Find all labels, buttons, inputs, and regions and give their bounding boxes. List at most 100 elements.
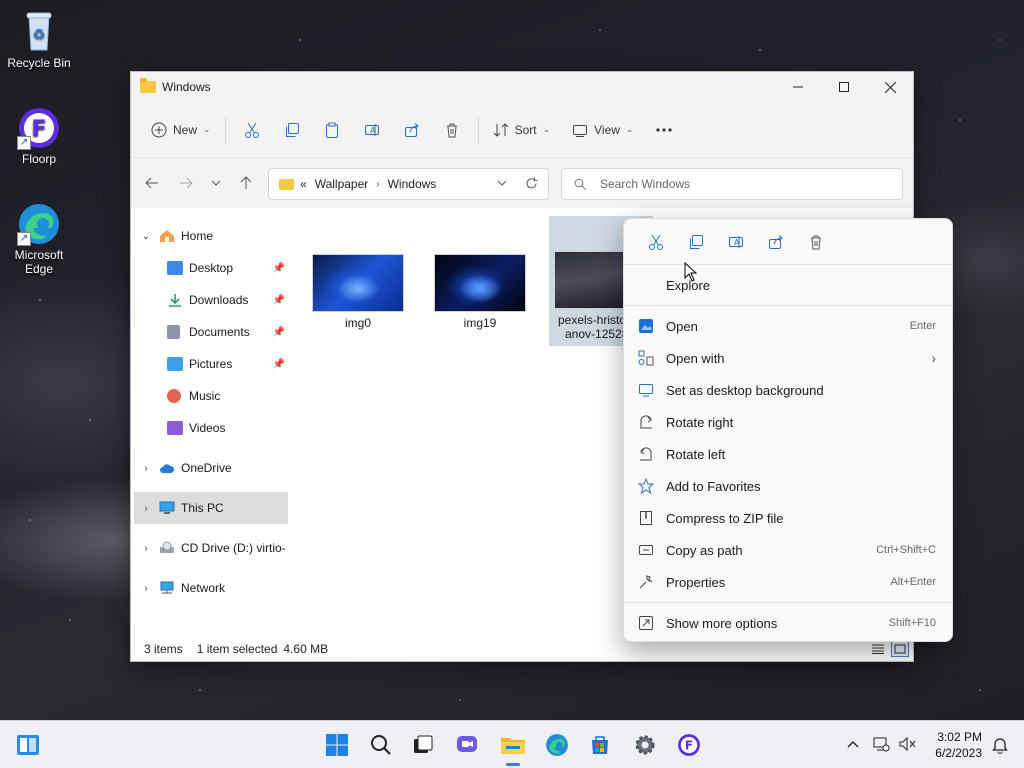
floorp-taskbar-button[interactable]: F xyxy=(673,729,705,761)
nav-label: Videos xyxy=(189,421,226,435)
search-taskbar-button[interactable] xyxy=(365,729,397,761)
rename-button[interactable]: A xyxy=(352,114,392,146)
menu-item-explore[interactable]: Explore xyxy=(624,269,952,301)
start-button[interactable] xyxy=(321,729,353,761)
widgets-button[interactable] xyxy=(12,729,44,761)
volume-button[interactable] xyxy=(898,736,916,755)
clock[interactable]: 3:02 PM 6/2/2023 xyxy=(935,729,982,761)
menu-item-open[interactable]: Open Enter xyxy=(624,310,952,342)
close-icon xyxy=(884,81,896,93)
forward-button[interactable] xyxy=(169,168,203,198)
selected-count: 1 item selected xyxy=(196,642,278,656)
nav-item-documents[interactable]: Documents 📌 xyxy=(131,316,291,348)
chevron-down-icon: ⌄ xyxy=(141,230,151,242)
context-delete-button[interactable] xyxy=(796,234,836,250)
nav-label: Downloads xyxy=(189,293,249,307)
address-bar[interactable]: « Wallpaper › Windows xyxy=(268,168,549,200)
details-view-button[interactable] xyxy=(869,641,887,657)
desktop-icon-recycle-bin[interactable]: ♻ Recycle Bin xyxy=(3,10,75,70)
thumbnail-view-button[interactable] xyxy=(891,641,909,657)
up-button[interactable] xyxy=(229,168,263,198)
pictures-icon xyxy=(167,357,183,371)
breadcrumb-wallpaper[interactable]: Wallpaper xyxy=(315,177,369,191)
cut-button[interactable] xyxy=(232,114,272,146)
nav-item-home[interactable]: ⌄ Home xyxy=(131,220,291,252)
menu-item-compress-zip[interactable]: Compress to ZIP file xyxy=(624,502,952,534)
menu-item-properties[interactable]: Properties Alt+Enter xyxy=(624,566,952,598)
nav-item-music[interactable]: Music xyxy=(131,380,291,412)
menu-label: Compress to ZIP file xyxy=(666,510,784,526)
rotate-right-icon xyxy=(638,414,654,430)
nav-label: Desktop xyxy=(189,261,234,275)
search-box[interactable]: Search Windows xyxy=(561,168,903,200)
minimize-button[interactable] xyxy=(775,72,821,102)
new-button[interactable]: New ⌄ xyxy=(143,114,219,146)
context-cut-button[interactable] xyxy=(636,234,676,250)
arrow-left-icon xyxy=(145,177,158,189)
view-button[interactable]: View ⌄ xyxy=(564,114,641,146)
shortcut-arrow-icon: ↗ xyxy=(17,136,31,150)
copy-button[interactable] xyxy=(272,114,312,146)
nav-item-downloads[interactable]: Downloads 📌 xyxy=(131,284,291,316)
store-taskbar-button[interactable] xyxy=(584,729,616,761)
paste-button[interactable] xyxy=(312,114,352,146)
nav-item-videos[interactable]: Videos xyxy=(131,412,291,444)
title-bar[interactable]: Windows xyxy=(131,72,913,102)
file-name: img0 xyxy=(344,316,371,330)
breadcrumb-overflow[interactable]: « xyxy=(300,177,307,191)
menu-item-set-desktop-background[interactable]: Set as desktop background xyxy=(624,374,952,406)
context-copy-button[interactable] xyxy=(676,234,716,250)
sort-button[interactable]: Sort ⌄ xyxy=(485,114,559,146)
chevron-right-icon: › xyxy=(144,502,148,514)
maximize-button[interactable] xyxy=(821,72,867,102)
menu-item-copy-as-path[interactable]: Copy as path Ctrl+Shift+C xyxy=(624,534,952,566)
edge-taskbar-button[interactable] xyxy=(541,729,573,761)
settings-taskbar-button[interactable] xyxy=(629,729,661,761)
selected-size: 4.60 MB xyxy=(283,642,329,656)
nav-item-network[interactable]: › Network xyxy=(131,572,291,604)
file-item-img0[interactable]: img0 xyxy=(308,254,408,330)
menu-item-rotate-right[interactable]: Rotate right xyxy=(624,406,952,438)
nav-item-onedrive[interactable]: › OneDrive xyxy=(131,452,291,484)
show-hidden-icons-button[interactable] xyxy=(846,738,860,752)
delete-button[interactable] xyxy=(432,114,472,146)
nav-item-desktop[interactable]: Desktop 📌 xyxy=(131,252,291,284)
nav-label: Music xyxy=(189,389,221,403)
share-button[interactable] xyxy=(392,114,432,146)
network-status-icon xyxy=(873,737,890,751)
breadcrumb-windows[interactable]: Windows xyxy=(388,177,437,191)
file-item-img19[interactable]: img19 xyxy=(430,254,530,330)
desktop-icon-edge[interactable]: ↗ Microsoft Edge xyxy=(3,202,75,276)
download-icon xyxy=(169,294,181,307)
context-share-button[interactable] xyxy=(756,234,796,250)
nav-item-cd-drive[interactable]: › CD Drive (D:) virtio- xyxy=(131,532,291,564)
chevron-right-icon: › xyxy=(144,582,148,594)
file-explorer-taskbar-button[interactable] xyxy=(497,729,529,766)
recent-locations-button[interactable] xyxy=(203,168,229,198)
desktop-icon-floorp[interactable]: F ↗ Floorp xyxy=(3,106,75,166)
menu-item-open-with[interactable]: Open with › xyxy=(624,342,952,374)
refresh-button[interactable] xyxy=(525,177,538,193)
menu-item-add-to-favorites[interactable]: Add to Favorites xyxy=(624,470,952,502)
sort-icon xyxy=(493,122,508,137)
notifications-button[interactable] xyxy=(984,729,1016,761)
menu-item-show-more-options[interactable]: Show more options Shift+F10 xyxy=(624,607,952,639)
chevron-down-icon xyxy=(211,180,221,186)
back-button[interactable] xyxy=(135,168,169,198)
nav-item-this-pc[interactable]: › This PC xyxy=(134,492,288,524)
context-rename-button[interactable]: A xyxy=(716,234,756,250)
menu-label: Set as desktop background xyxy=(666,382,824,398)
chat-button[interactable] xyxy=(452,729,484,761)
navigation-pane: ⌄ Home Desktop 📌 Downloads 📌 Documents 📌… xyxy=(131,208,291,640)
network-status-button[interactable] xyxy=(872,736,890,755)
close-button[interactable] xyxy=(867,72,913,102)
refresh-icon xyxy=(526,177,538,189)
menu-item-rotate-left[interactable]: Rotate left xyxy=(624,438,952,470)
pin-icon: 📌 xyxy=(272,358,285,370)
edge-icon: ↗ xyxy=(17,202,61,246)
see-more-button[interactable] xyxy=(647,114,681,146)
nav-item-pictures[interactable]: Pictures 📌 xyxy=(131,348,291,380)
arrow-right-icon xyxy=(180,177,193,189)
task-view-button[interactable] xyxy=(407,729,439,761)
address-dropdown-button[interactable] xyxy=(496,177,508,192)
